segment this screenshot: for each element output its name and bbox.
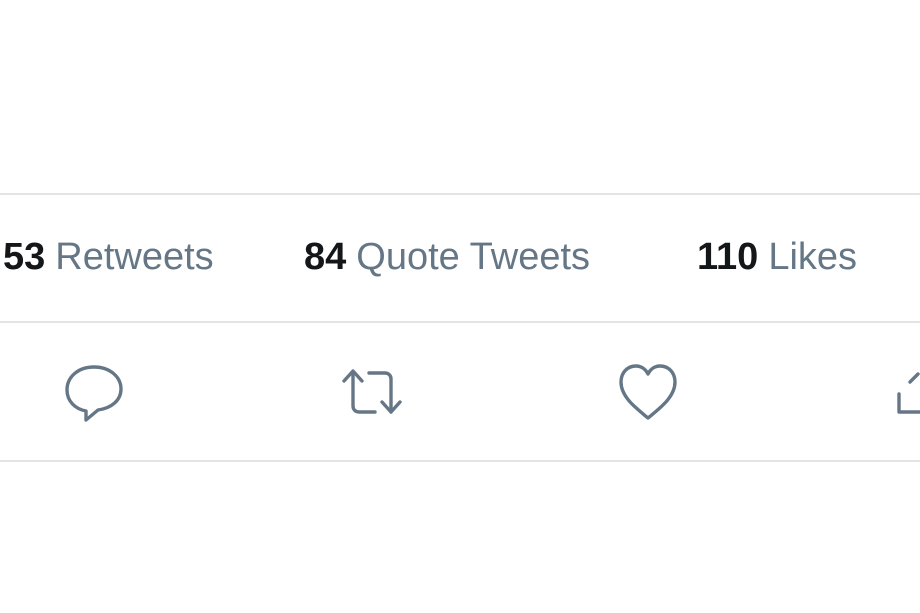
reply-icon: [65, 365, 123, 422]
likes-stat[interactable]: 110 Likes: [697, 232, 857, 282]
middle-divider: [0, 321, 920, 323]
share-icon: [897, 372, 920, 414]
quote-tweets-count: 84: [304, 236, 347, 278]
tweet-actions-row: [0, 324, 920, 460]
bottom-divider: [0, 460, 920, 462]
retweet-icon: [342, 369, 402, 414]
top-divider: [0, 193, 920, 195]
retweets-count: 53: [3, 236, 46, 278]
likes-count: 110: [697, 236, 759, 278]
share-button[interactable]: [896, 360, 920, 424]
reply-button[interactable]: [62, 360, 126, 424]
like-icon: [619, 364, 677, 420]
tweet-stats-row: 53 Retweets 84 Quote Tweets 110 Likes: [0, 196, 920, 322]
quote-tweets-label: Quote Tweets: [356, 236, 591, 278]
retweet-button[interactable]: [340, 360, 404, 424]
retweets-stat[interactable]: 53 Retweets: [3, 232, 214, 282]
quote-tweets-stat[interactable]: 84 Quote Tweets: [304, 232, 590, 282]
retweets-label: Retweets: [55, 236, 214, 278]
likes-label: Likes: [768, 236, 858, 278]
like-button[interactable]: [616, 360, 680, 424]
